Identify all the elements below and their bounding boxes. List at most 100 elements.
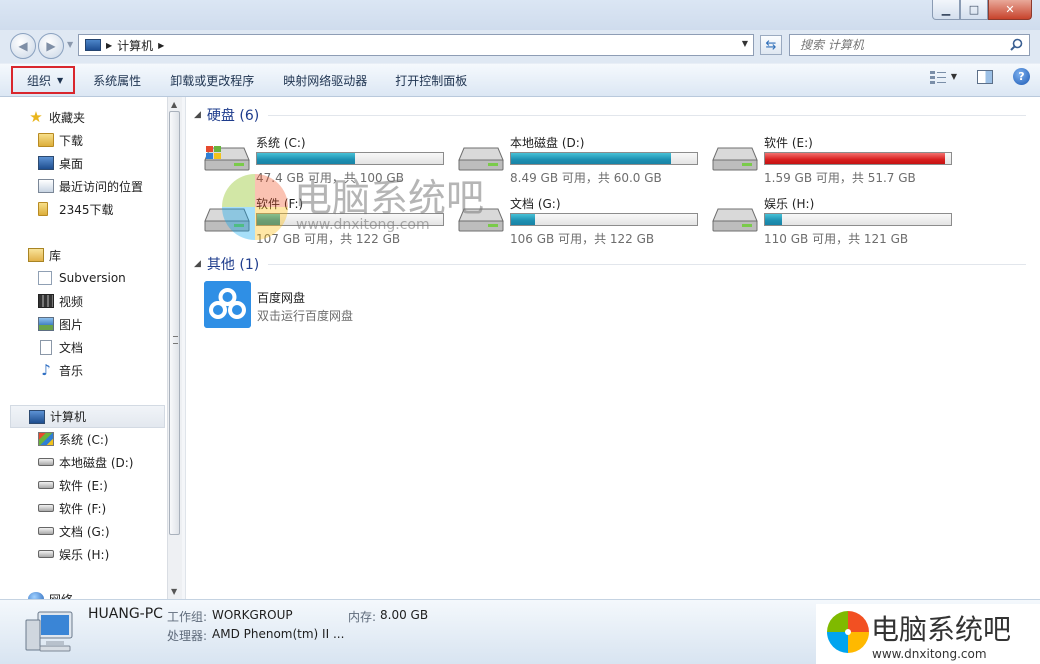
nav-item-drive-d[interactable]: 本地磁盘 (D:) xyxy=(38,451,133,473)
other-header[interactable]: ◢ 其他 (1) xyxy=(194,255,259,273)
hard-drive-icon xyxy=(712,147,758,171)
drive-usage-fill xyxy=(511,214,536,225)
drive-tile[interactable]: 系统 (C:) 47.4 GB 可用，共 100 GB xyxy=(204,134,454,185)
drive-tile[interactable]: 软件 (F:) 107 GB 可用，共 122 GB xyxy=(204,195,454,246)
search-icon[interactable] xyxy=(1010,38,1023,51)
breadcrumb-computer[interactable]: 计算机 xyxy=(117,37,153,54)
uninstall-program-button[interactable]: 卸载或更改程序 xyxy=(158,67,266,93)
close-button[interactable]: ✕ xyxy=(988,0,1032,20)
scroll-thumb[interactable] xyxy=(169,111,180,535)
nav-network[interactable]: 网络 xyxy=(28,588,73,599)
nav-item-2345-downloads[interactable]: 2345下载 xyxy=(38,198,114,220)
grip-icon xyxy=(173,336,178,344)
navigation-pane: ★ 收藏夹 下载 桌面 最近访问的位置 2345下载 库 Subversion 视… xyxy=(0,97,167,599)
details-pane: HUANG-PC 工作组: WORKGROUP 内存: 8.00 GB 处理器:… xyxy=(0,599,1040,664)
subversion-icon xyxy=(38,271,52,285)
drive-space-info: 1.59 GB 可用，共 51.7 GB xyxy=(764,171,916,185)
nav-item-drive-h[interactable]: 娱乐 (H:) xyxy=(38,543,109,565)
system-properties-button[interactable]: 系统属性 xyxy=(81,67,153,93)
video-icon xyxy=(38,294,54,308)
breadcrumb-chevron-icon[interactable]: ▶ xyxy=(106,41,112,50)
command-bar: 组织 ▼ 系统属性 卸载或更改程序 映射网络驱动器 打开控制面板 ▼ ? xyxy=(0,63,1040,97)
drive-name: 本地磁盘 (D:) xyxy=(510,136,585,150)
drive-usage-fill xyxy=(257,153,355,164)
nav-favorites[interactable]: ★ 收藏夹 xyxy=(28,106,85,128)
drive-usage-fill xyxy=(257,214,280,225)
change-view-icon[interactable] xyxy=(929,70,947,84)
site-logo: 电脑系统吧 www.dnxitong.com xyxy=(816,604,1040,664)
drive-icon xyxy=(38,504,54,512)
drive-space-info: 107 GB 可用，共 122 GB xyxy=(256,232,401,246)
baidu-netdisk-item[interactable]: 百度网盘 双击运行百度网盘 xyxy=(204,281,504,331)
drive-space-info: 47.4 GB 可用，共 100 GB xyxy=(256,171,404,185)
recent-pages-dropdown[interactable]: ▼ xyxy=(67,40,73,49)
organize-button[interactable]: 组织 ▼ xyxy=(11,66,76,94)
baidu-netdisk-name: 百度网盘 xyxy=(257,291,306,305)
forward-button[interactable]: ▶ xyxy=(38,33,64,59)
processor-value: AMD Phenom(tm) II ... xyxy=(212,627,345,641)
nav-item-drive-f[interactable]: 软件 (F:) xyxy=(38,497,106,519)
collapse-icon: ◢ xyxy=(194,110,201,120)
back-button[interactable]: ◀ xyxy=(10,33,36,59)
computer-icon xyxy=(85,39,101,51)
drive-tile[interactable]: 文档 (G:) 106 GB 可用，共 122 GB xyxy=(458,195,708,246)
drive-usage-bar xyxy=(510,152,698,165)
section-divider xyxy=(268,264,1026,265)
nav-item-music[interactable]: ♪ 音乐 xyxy=(38,359,83,381)
site-logo-url: www.dnxitong.com xyxy=(872,647,987,661)
nav-item-drive-e[interactable]: 软件 (E:) xyxy=(38,474,108,496)
drive-usage-bar xyxy=(510,213,698,226)
drive-icon xyxy=(38,458,54,466)
nav-item-drive-c[interactable]: 系统 (C:) xyxy=(38,428,109,450)
section-divider xyxy=(268,115,1026,116)
nav-item-recent-places[interactable]: 最近访问的位置 xyxy=(38,175,143,197)
address-bar[interactable]: ▶ 计算机 ▶ ▼ xyxy=(78,34,754,56)
preview-pane-icon[interactable] xyxy=(977,69,993,84)
map-network-drive-button[interactable]: 映射网络驱动器 xyxy=(271,67,379,93)
drive-name: 娱乐 (H:) xyxy=(764,197,815,211)
drive-tile[interactable]: 软件 (E:) 1.59 GB 可用，共 51.7 GB xyxy=(712,134,962,185)
view-dropdown-icon[interactable]: ▼ xyxy=(951,72,957,81)
drive-usage-fill xyxy=(511,153,671,164)
help-icon[interactable]: ? xyxy=(1013,68,1030,85)
title-bar: ▁ □ ✕ xyxy=(0,0,1040,30)
processor-label: 处理器: xyxy=(167,629,208,643)
hard-drive-icon xyxy=(712,208,758,232)
nav-scrollbar[interactable]: ▲ ▼ xyxy=(167,97,182,599)
nav-item-videos[interactable]: 视频 xyxy=(38,290,83,312)
scroll-up-icon[interactable]: ▲ xyxy=(171,100,177,109)
nav-item-downloads[interactable]: 下载 xyxy=(38,129,83,151)
content-area: ★ 收藏夹 下载 桌面 最近访问的位置 2345下载 库 Subversion 视… xyxy=(0,97,1040,599)
refresh-icon: ⇆ xyxy=(765,37,777,53)
hard-drive-icon xyxy=(458,147,504,171)
scroll-down-icon[interactable]: ▼ xyxy=(171,587,177,596)
hard-disks-header[interactable]: ◢ 硬盘 (6) xyxy=(194,106,259,124)
drive-tile[interactable]: 本地磁盘 (D:) 8.49 GB 可用，共 60.0 GB xyxy=(458,134,708,185)
drive-usage-bar xyxy=(256,213,444,226)
nav-item-subversion[interactable]: Subversion xyxy=(38,267,126,289)
window-controls: ▁ □ ✕ xyxy=(932,0,1032,20)
drive-icon xyxy=(38,550,54,558)
baidu-netdisk-desc: 双击运行百度网盘 xyxy=(257,309,354,323)
refresh-button[interactable]: ⇆ xyxy=(760,35,782,55)
toolbar-right: ▼ ? xyxy=(929,68,1030,85)
address-dropdown-icon[interactable]: ▼ xyxy=(742,39,748,48)
search-box[interactable] xyxy=(789,34,1030,56)
open-control-panel-button[interactable]: 打开控制面板 xyxy=(383,67,479,93)
arrow-left-icon: ◀ xyxy=(18,39,28,53)
nav-item-desktop[interactable]: 桌面 xyxy=(38,152,83,174)
network-icon xyxy=(28,592,44,599)
address-row: ◀ ▶ ▼ ▶ 计算机 ▶ ▼ ⇆ xyxy=(0,30,1040,62)
maximize-button[interactable]: □ xyxy=(960,0,988,20)
memory-label: 内存: xyxy=(348,610,377,624)
nav-libraries[interactable]: 库 xyxy=(28,244,61,266)
recent-places-icon xyxy=(38,179,54,193)
drive-tile[interactable]: 娱乐 (H:) 110 GB 可用，共 121 GB xyxy=(712,195,962,246)
nav-item-pictures[interactable]: 图片 xyxy=(38,313,83,335)
nav-item-drive-g[interactable]: 文档 (G:) xyxy=(38,520,110,542)
breadcrumb-chevron-icon[interactable]: ▶ xyxy=(158,41,164,50)
search-input[interactable] xyxy=(798,37,1012,53)
nav-item-documents[interactable]: 文档 xyxy=(38,336,83,358)
nav-computer[interactable]: 计算机 xyxy=(10,405,165,428)
minimize-button[interactable]: ▁ xyxy=(932,0,960,20)
